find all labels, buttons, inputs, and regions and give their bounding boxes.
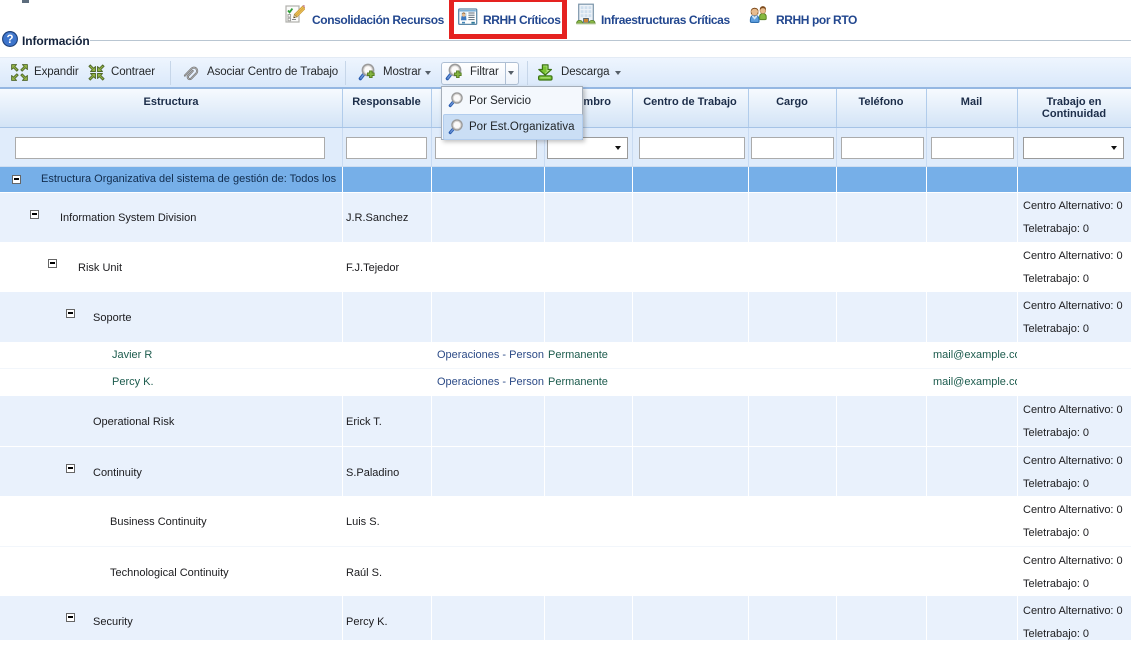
svg-text:?: ? — [6, 34, 13, 46]
